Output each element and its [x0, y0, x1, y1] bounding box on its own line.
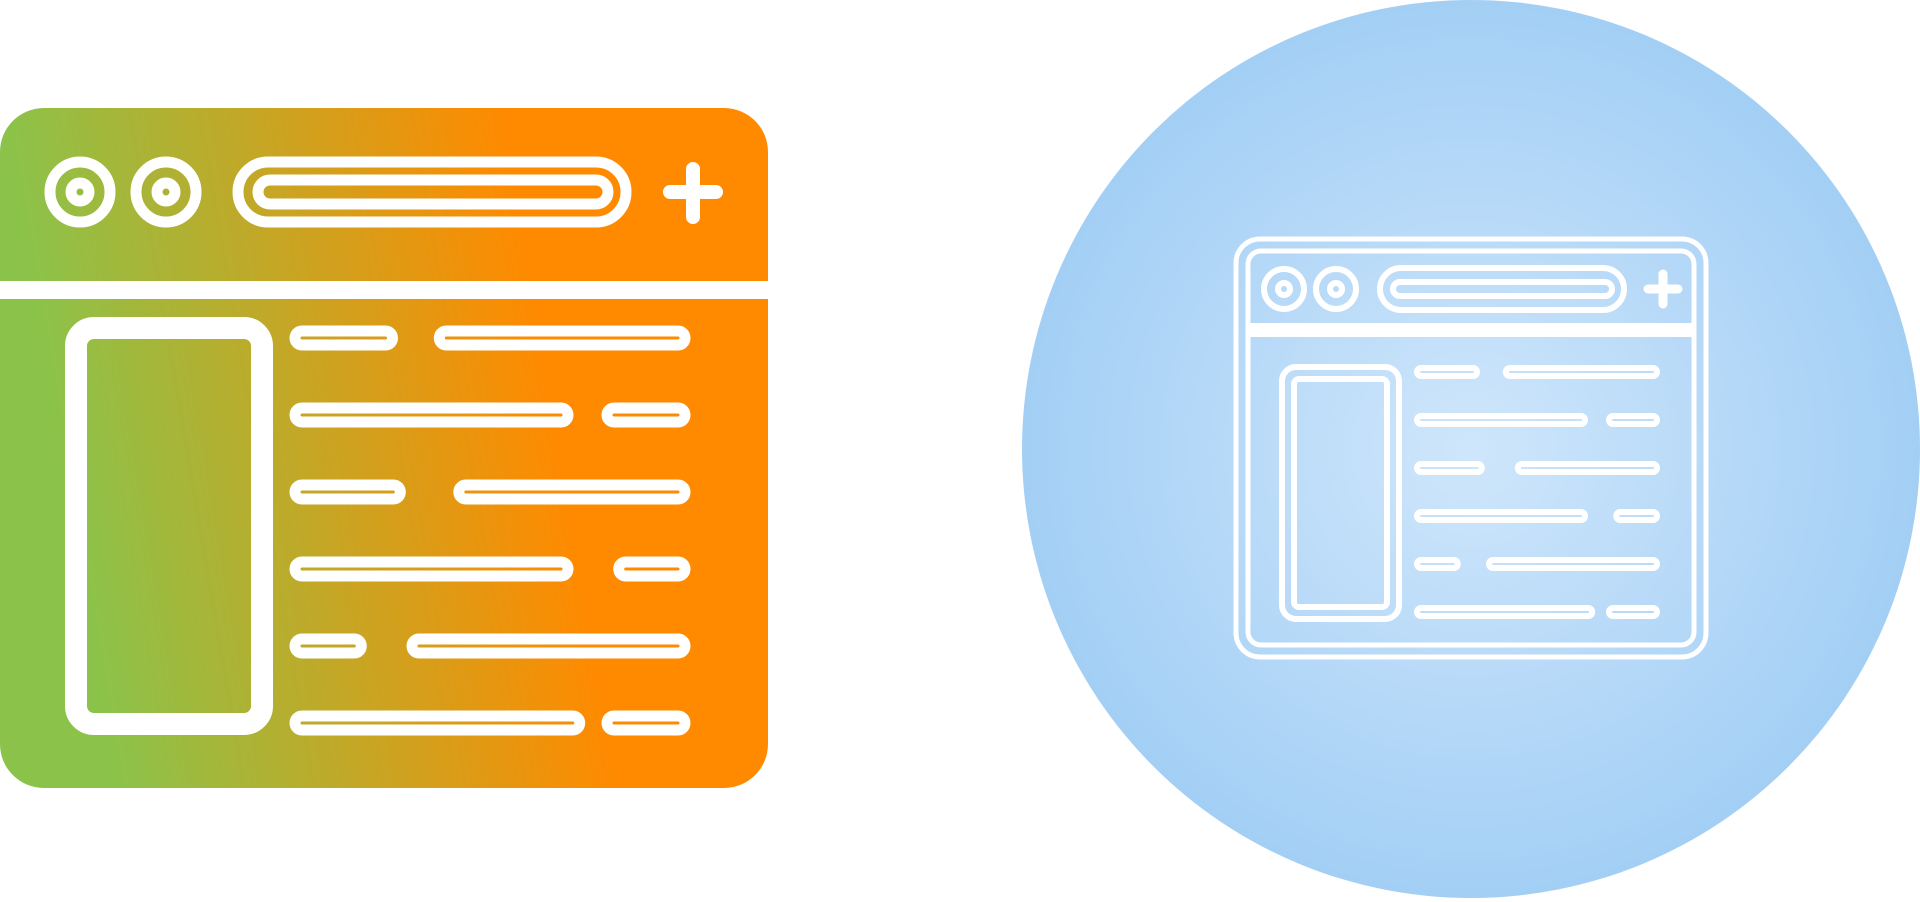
browser-window-icon: [1022, 0, 1920, 898]
browser-window-icon: [0, 108, 768, 788]
icon-sheet-canvas: [0, 0, 1920, 898]
background-circle: [1022, 0, 1920, 898]
window-frame: [0, 108, 768, 788]
icon-sheet: [0, 0, 1920, 898]
